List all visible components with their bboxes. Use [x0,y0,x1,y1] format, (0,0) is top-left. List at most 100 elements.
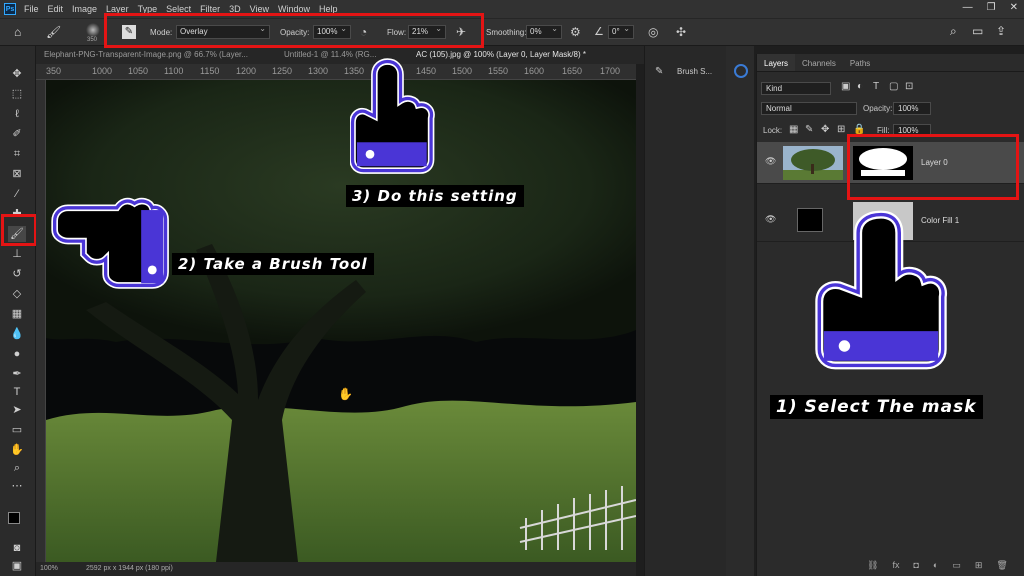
frame-tool-icon[interactable]: ⊠ [8,166,26,182]
home-icon[interactable]: ⌂ [14,25,21,39]
canvas-image: ✋ [46,80,636,562]
type-tool-icon[interactable]: T [8,384,26,400]
filter-shape-icon[interactable]: ▢ [889,81,898,92]
filter-type-icon[interactable]: T [873,81,879,92]
path-select-tool-icon[interactable]: ➤ [8,402,26,418]
move-tool-icon[interactable]: ✥ [8,66,26,82]
document-tabs: Elephant-PNG-Transparent-Image.png @ 66.… [36,46,644,64]
opacity-field[interactable]: 100% [313,24,351,39]
screen-mode-icon[interactable]: ▣ [8,558,26,574]
eye-icon[interactable]: 👁 [765,156,776,167]
trash-icon[interactable]: 🗑 [996,560,1007,571]
brush-tool-icon[interactable]: 🖌 [8,226,26,242]
layer-opacity-field[interactable]: 100% [893,102,931,115]
tab-active-document[interactable]: AC (105).jpg @ 100% (Layer 0, Layer Mask… [408,46,644,64]
menu-3d[interactable]: 3D [229,4,241,14]
blend-mode-select[interactable]: Normal [761,102,857,115]
lock-all-icon[interactable]: 🔒 [853,124,865,135]
document-info[interactable]: 2592 px x 1944 px (180 ppi) [86,565,173,572]
lock-artboard-icon[interactable]: ⊞ [837,124,845,135]
fx-icon[interactable]: fx [892,560,899,571]
history-brush-tool-icon[interactable]: ↺ [8,266,26,282]
new-layer-icon[interactable]: ⊞ [975,560,983,571]
eyedropper-tool-icon[interactable]: ⁄ [8,186,26,202]
menu-window[interactable]: Window [278,4,310,14]
add-mask-icon[interactable]: ◘ [913,560,918,571]
pen-tool-icon[interactable]: ✒ [8,366,26,382]
share-icon[interactable]: ⇪ [996,24,1006,38]
menu-file[interactable]: File [24,4,39,14]
menu-edit[interactable]: Edit [48,4,64,14]
brush-tip-icon[interactable] [86,23,100,37]
lock-pixels-icon[interactable]: ✎ [805,124,813,135]
minimize-button[interactable]: — [963,2,973,13]
layer-fill-field[interactable]: 100% [893,124,931,137]
filter-adjust-icon[interactable]: ◐ [857,81,863,92]
tab-paths[interactable]: Paths [843,54,877,71]
pressure-size-icon[interactable]: ◎ [648,25,658,39]
layer-row-layer0[interactable]: 👁 Layer 0 [757,142,1024,184]
filter-smart-icon[interactable]: ⊡ [905,81,913,92]
eye-icon[interactable]: 👁 [765,214,776,225]
brush-settings-label[interactable]: Brush S... [677,67,712,76]
maximize-button[interactable]: ❐ [987,2,996,13]
marquee-tool-icon[interactable]: ⬚ [8,86,26,102]
menu-help[interactable]: Help [319,4,338,14]
lasso-tool-icon[interactable]: ℓ [8,106,26,122]
options-bar: ⌂ 🖌 350 ✎ Mode: Overlay Opacity: 100% ◔ … [0,18,1024,46]
crop-tool-icon[interactable]: ⌗ [8,146,26,162]
workspace-icon[interactable]: ▭ [972,24,983,38]
smoothing-field[interactable]: 0% [526,24,562,39]
brush-panel-icon[interactable]: ✎ [122,25,136,39]
mode-select[interactable]: Overlay [176,24,270,39]
learn-icon[interactable] [734,64,748,78]
tools-panel: ✥ ⬚ ℓ ✐ ⌗ ⊠ ⁄ ✚ 🖌 ⊥ ↺ ◇ ▦ 💧 ● ✒ T ➤ ▭ ✋ … [0,46,36,576]
menu-layer[interactable]: Layer [106,4,129,14]
lock-position-icon[interactable]: ✥ [821,124,829,135]
flow-field[interactable]: 21% [408,24,446,39]
more-tools-icon[interactable]: ⋯ [8,478,26,494]
ruler-tick: 1250 [272,66,293,76]
document-canvas[interactable]: ✋ [46,80,636,562]
menu-select[interactable]: Select [166,4,191,14]
brush-settings-icon[interactable]: ✎ [655,66,663,77]
search-icon[interactable]: ⌕ [950,24,957,39]
shape-tool-icon[interactable]: ▭ [8,422,26,438]
close-button[interactable]: ✕ [1010,2,1018,13]
hand-tool-icon[interactable]: ✋ [8,442,26,458]
menu-type[interactable]: Type [138,4,158,14]
layer-kind-filter[interactable]: Kind [761,82,831,95]
menu-filter[interactable]: Filter [200,4,220,14]
layer-mask-thumbnail[interactable] [853,146,913,180]
gear-icon[interactable]: ⚙ [570,25,581,39]
brush-preset-icon[interactable]: 🖌 [46,25,61,39]
airbrush-icon[interactable]: ✈ [456,25,466,39]
pressure-opacity-icon[interactable]: ◔ [360,25,367,39]
eraser-tool-icon[interactable]: ◇ [8,286,26,302]
zoom-tool-icon[interactable]: ⌕ [8,460,26,476]
symmetry-icon[interactable]: ✣ [676,25,686,39]
tab-elephant[interactable]: Elephant-PNG-Transparent-Image.png @ 66.… [36,46,276,64]
tab-channels[interactable]: Channels [795,54,843,71]
healing-tool-icon[interactable]: ✚ [8,206,26,222]
blur-tool-icon[interactable]: 💧 [8,326,26,342]
zoom-level[interactable]: 100% [40,565,58,572]
panel-icon-column [726,46,754,576]
gradient-tool-icon[interactable]: ▦ [8,306,26,322]
layer-name[interactable]: Layer 0 [921,158,948,167]
ruler-tick: 1550 [488,66,509,76]
tab-layers[interactable]: Layers [757,54,796,71]
group-icon[interactable]: ▭ [952,560,961,571]
stamp-tool-icon[interactable]: ⊥ [8,246,26,262]
filter-pixel-icon[interactable]: ▣ [841,81,850,92]
angle-field[interactable]: 0° [608,24,634,39]
dodge-tool-icon[interactable]: ● [8,346,26,362]
menu-view[interactable]: View [250,4,269,14]
foreground-color-swatch[interactable] [8,512,20,524]
lock-transparent-icon[interactable]: ▦ [789,124,798,135]
quick-mask-icon[interactable]: ◙ [8,540,26,556]
link-layers-icon[interactable]: ⛓ [867,560,878,571]
quick-select-tool-icon[interactable]: ✐ [8,126,26,142]
adjustment-icon[interactable]: ◐ [933,560,938,571]
menu-image[interactable]: Image [72,4,97,14]
